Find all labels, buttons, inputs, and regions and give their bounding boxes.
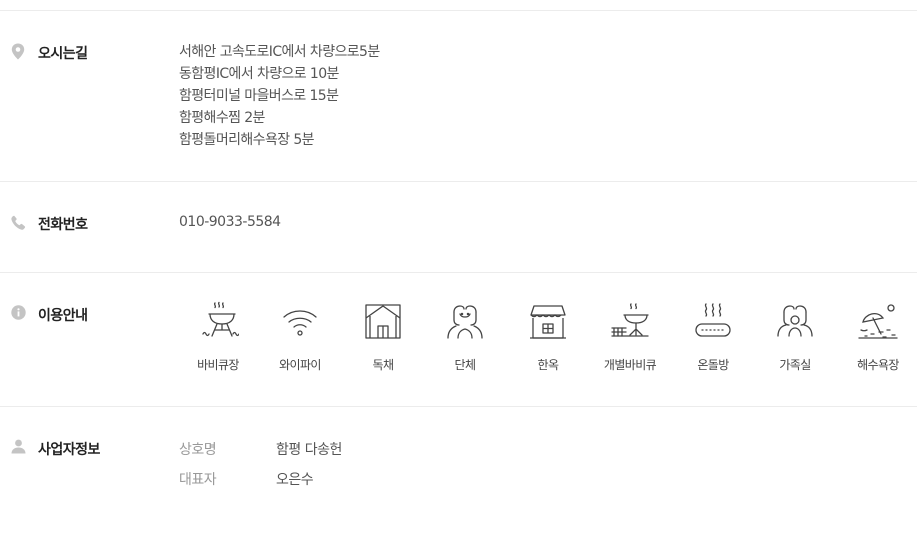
directions-line: 함평해수찜 2분 (179, 110, 265, 126)
amenity-item: 단체 (423, 300, 507, 380)
family-room-icon (777, 305, 813, 337)
usage-title: 이용안내 (38, 308, 88, 324)
section-divider (0, 406, 917, 407)
amenity-item: 해수욕장 (836, 300, 917, 380)
amenity-item: 가족실 (753, 300, 837, 380)
amenity-item: 온돌방 (671, 300, 755, 380)
directions-title: 오시는길 (38, 46, 88, 62)
amenity-label: 바비큐장 (197, 358, 239, 372)
directions-line: 함평돌머리해수욕장 5분 (179, 132, 315, 148)
top-divider (0, 10, 917, 11)
business-title: 사업자정보 (38, 442, 100, 458)
business-name-value: 함평 다송헌 (276, 442, 342, 458)
representative-value: 오은수 (276, 472, 314, 488)
beach-icon (858, 304, 898, 339)
group-icon (447, 305, 483, 339)
directions-list: 서해안 고속도로IC에서 차량으로5분 동함평IC에서 차량으로 10분 함평터… (179, 41, 380, 151)
private-bbq-icon (611, 303, 649, 337)
amenity-label: 개별바비큐 (603, 358, 657, 372)
amenity-label: 단체 (454, 358, 476, 372)
phone-number-link[interactable]: 010-9033-5584 (179, 214, 281, 230)
amenity-label: 온돌방 (697, 358, 729, 372)
amenity-item: 바비큐장 (176, 300, 260, 380)
amenity-label: 해수욕장 (857, 358, 899, 372)
phone-title: 전화번호 (38, 217, 88, 233)
ondol-icon (695, 303, 731, 337)
directions-line: 동함평IC에서 차량으로 10분 (179, 66, 339, 82)
amenity-label: 와이파이 (279, 358, 321, 372)
business-name-label: 상호명 (179, 442, 217, 458)
bbq-grill-icon (202, 301, 239, 337)
amenity-item: 독채 (341, 300, 425, 380)
directions-line: 함평터미널 마을버스로 15분 (179, 88, 339, 104)
section-divider (0, 181, 917, 182)
amenity-item: 개별바비큐 (588, 300, 672, 380)
representative-label: 대표자 (179, 472, 217, 488)
house-icon (365, 304, 401, 339)
amenity-label: 한옥 (537, 358, 559, 372)
amenity-label: 가족실 (779, 358, 811, 372)
phone-icon (11, 215, 27, 233)
amenity-item: 와이파이 (258, 300, 342, 380)
hanok-icon (530, 305, 566, 339)
amenity-label: 독채 (372, 358, 394, 372)
wifi-icon (283, 310, 317, 336)
section-divider (0, 272, 917, 273)
amenity-list: 바비큐장 와이파이 독채 단체 한옥 개별바비큐 온돌방 가족실 해수욕장 (176, 300, 916, 380)
person-icon (11, 439, 27, 457)
amenity-item: 한옥 (506, 300, 590, 380)
directions-line: 서해안 고속도로IC에서 차량으로5분 (179, 44, 380, 60)
map-pin-icon (11, 43, 27, 61)
info-icon (11, 305, 27, 323)
